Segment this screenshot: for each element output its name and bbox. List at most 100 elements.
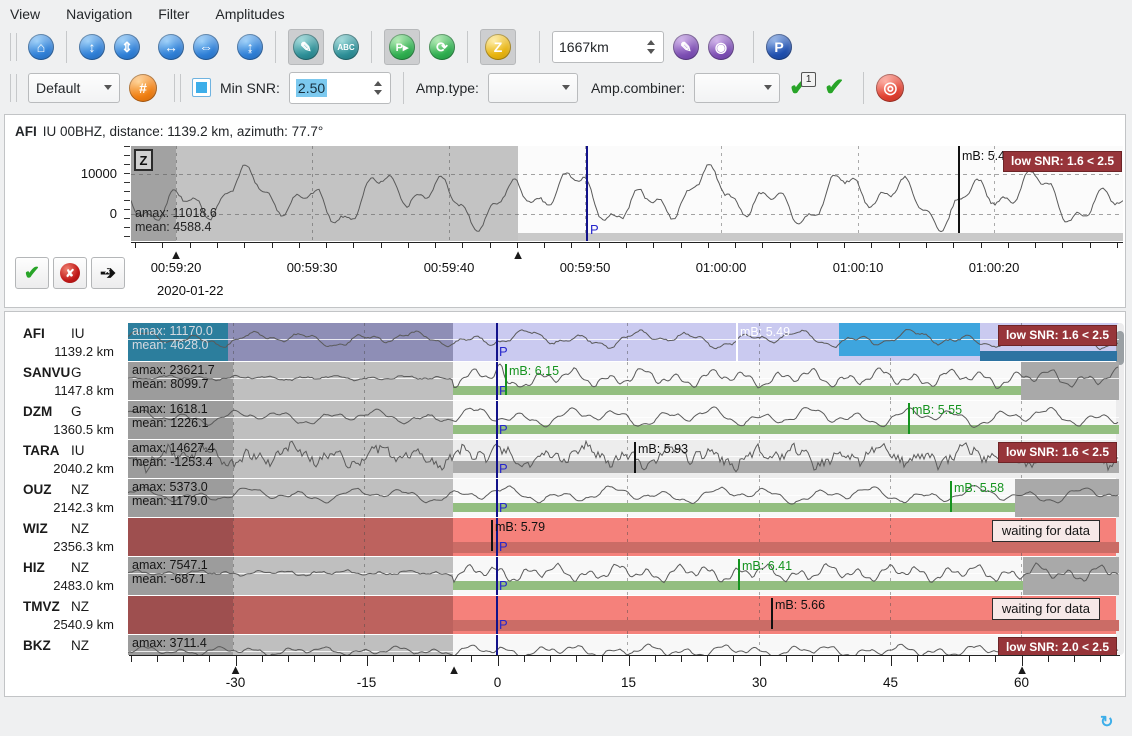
station-trace[interactable]: PmB: 5.49amax: 11170.0mean: 4628.0low SN… <box>128 323 1119 361</box>
station-trace[interactable]: PmB: 5.58amax: 5373.0mean: 1179.0 <box>128 479 1119 517</box>
p-pick-line <box>496 440 498 478</box>
fit-horizontal-icon: ⇔ <box>199 39 213 55</box>
pick-letters-button[interactable]: ABC <box>333 34 359 60</box>
distance-spinbox[interactable]: 1667km <box>552 31 664 63</box>
station-trace[interactable]: Pamax: 3711.4low SNR: 2.0 < 2.5 <box>128 635 1119 655</box>
station-row-TARA[interactable]: TARAIU2040.2 kmPmB: 5.93amax: 14627.4mea… <box>5 440 1119 478</box>
axis-tick <box>490 243 491 248</box>
axis-tick <box>981 243 982 248</box>
menu-navigation[interactable]: Navigation <box>66 6 132 22</box>
axis-tick <box>864 656 865 662</box>
zoom-horizontal-button[interactable]: ↔ <box>158 34 184 60</box>
mb-value: mB: 5.79 <box>495 520 545 534</box>
amp-type-combo[interactable] <box>488 73 578 103</box>
low-snr-badge: low SNR: 1.6 < 2.5 <box>1003 151 1122 172</box>
menu-amplitudes[interactable]: Amplitudes <box>215 6 284 22</box>
p-wave-button[interactable]: P <box>766 34 792 60</box>
station-trace[interactable]: PmB: 5.93amax: 14627.4mean: -1253.4low S… <box>128 440 1119 478</box>
time-marker-triangle[interactable]: ▲ <box>448 663 461 676</box>
spin-arrows[interactable] <box>643 40 663 54</box>
component-z-button-pressed[interactable]: Z <box>480 29 516 65</box>
axis-tick-label: -30 <box>226 675 246 690</box>
profile-combo[interactable]: Default <box>28 73 120 103</box>
low-snr-badge: low SNR: 1.6 < 2.5 <box>998 325 1117 346</box>
axis-tick <box>871 243 872 248</box>
menu-filter[interactable]: Filter <box>158 6 189 22</box>
scroll-amplitude-button[interactable]: ↨ <box>237 34 263 60</box>
hash-button[interactable]: # <box>129 74 157 102</box>
station-row-WIZ[interactable]: WIZNZ2356.3 kmPmB: 5.79waiting for data <box>5 518 1119 556</box>
station-trace[interactable]: PmB: 5.79waiting for data <box>128 518 1119 556</box>
axis-tick-label: 45 <box>883 675 898 690</box>
station-row-OUZ[interactable]: OUZNZ2142.3 kmPmB: 5.58amax: 5373.0mean:… <box>5 479 1119 517</box>
mb-value: mB: 5.55 <box>912 403 962 417</box>
origin-target-button[interactable]: ◎ <box>876 74 904 102</box>
mean-label: mean: -1253.4 <box>132 455 213 469</box>
noise-window-dark <box>128 596 233 634</box>
axis-tick <box>183 656 184 662</box>
skip-station-button[interactable]: ➔✕ <box>91 257 125 289</box>
station-row-SANVU[interactable]: SANVUG1147.8 kmPmB: 6.15amax: 23621.7mea… <box>5 362 1119 400</box>
toolbar-handle[interactable] <box>174 74 181 102</box>
station-label[interactable]: WIZNZ2356.3 km <box>5 518 128 556</box>
amp-combiner-label: Amp.combiner: <box>591 80 685 96</box>
pick-tool-button-pressed[interactable]: ✎ <box>288 29 324 65</box>
apply-amplitudes-button[interactable]: ✔1 <box>789 76 809 100</box>
home-button[interactable]: ⌂ <box>28 34 54 60</box>
zoom-trace-plot[interactable]: Zamax: 11018.6mean: 4588.4PmB: 5.49low S… <box>131 146 1123 241</box>
station-code: DZM <box>23 404 52 419</box>
menu-view[interactable]: View <box>10 6 40 22</box>
spin-arrows[interactable] <box>370 81 390 95</box>
station-label[interactable]: TMVZNZ2540.9 km <box>5 596 128 634</box>
axis-tick <box>498 656 499 666</box>
forward-picks-button-pressed[interactable]: P▸ <box>384 29 420 65</box>
station-row-AFI[interactable]: AFIIU1139.2 kmPmB: 5.49amax: 11170.0mean… <box>5 323 1119 361</box>
min-snr-checkbox[interactable] <box>192 78 211 97</box>
station-label[interactable]: OUZNZ2142.3 km <box>5 479 128 517</box>
station-label[interactable]: HIZNZ2483.0 km <box>5 557 128 595</box>
station-distance: 1360.5 km <box>53 422 114 437</box>
gauge-button[interactable]: ◉ <box>708 34 734 60</box>
zoom-vertical-button[interactable]: ↕ <box>79 34 105 60</box>
axis-tick <box>969 656 970 662</box>
station-list-panel: AFIIU1139.2 kmPmB: 5.49amax: 11170.0mean… <box>4 311 1126 697</box>
pick-tool-icon: ✎ <box>300 39 312 56</box>
axis-tick <box>1062 243 1063 248</box>
mb-value: mB: 5.93 <box>638 442 688 456</box>
measure-button[interactable]: ✎ <box>673 34 699 60</box>
reject-amplitude-button[interactable]: ✘ <box>53 257 87 289</box>
station-code: SANVU <box>23 365 70 380</box>
station-label[interactable]: BKZNZ <box>5 635 128 655</box>
toolbar-handle[interactable] <box>10 74 17 102</box>
mean-label: mean: 4628.0 <box>132 338 208 352</box>
station-label[interactable]: DZMG1360.5 km <box>5 401 128 439</box>
toolbar-handle[interactable] <box>10 33 17 61</box>
time-marker-triangle[interactable]: ▲ <box>512 248 525 261</box>
station-label[interactable]: AFIIU1139.2 km <box>5 323 128 361</box>
axis-tick <box>1048 656 1049 662</box>
amax-label: amax: 23621.7 <box>132 363 215 377</box>
profile-value: Default <box>36 80 80 96</box>
station-row-TMVZ[interactable]: TMVZNZ2540.9 kmPmB: 5.66waiting for data <box>5 596 1119 634</box>
mb-pick-line <box>771 598 773 629</box>
amp-combiner-combo[interactable] <box>694 73 780 103</box>
station-label[interactable]: SANVUG1147.8 km <box>5 362 128 400</box>
time-tick-label: 00:59:20 <box>151 260 202 275</box>
time-tick-label: 01:00:20 <box>969 260 1020 275</box>
station-trace[interactable]: PmB: 5.66waiting for data <box>128 596 1119 634</box>
station-row-DZM[interactable]: DZMG1360.5 kmPmB: 5.55amax: 1618.1mean: … <box>5 401 1119 439</box>
station-trace[interactable]: PmB: 5.55amax: 1618.1mean: 1226.1 <box>128 401 1119 439</box>
recompute-button[interactable]: ⟳ <box>429 34 455 60</box>
station-trace[interactable]: PmB: 6.15amax: 23621.7mean: 8099.7 <box>128 362 1119 400</box>
station-row-HIZ[interactable]: HIZNZ2483.0 kmPmB: 6.41amax: 7547.1mean:… <box>5 557 1119 595</box>
station-trace[interactable]: PmB: 6.41amax: 7547.1mean: -687.1 <box>128 557 1119 595</box>
fit-vertical-button[interactable]: ⇕ <box>114 34 140 60</box>
mean-label: mean: 1179.0 <box>132 494 208 508</box>
recompute-icon: ⟳ <box>436 39 448 56</box>
fit-horizontal-button[interactable]: ⇔ <box>193 34 219 60</box>
min-snr-spinbox[interactable]: 2.50 <box>289 72 391 104</box>
station-label[interactable]: TARAIU2040.2 km <box>5 440 128 478</box>
accept-amplitude-button[interactable]: ✔ <box>15 257 49 289</box>
station-row-BKZ[interactable]: BKZNZPamax: 3711.4low SNR: 2.0 < 2.5 <box>5 635 1119 655</box>
confirm-amplitudes-button[interactable]: ✔ <box>824 76 844 100</box>
